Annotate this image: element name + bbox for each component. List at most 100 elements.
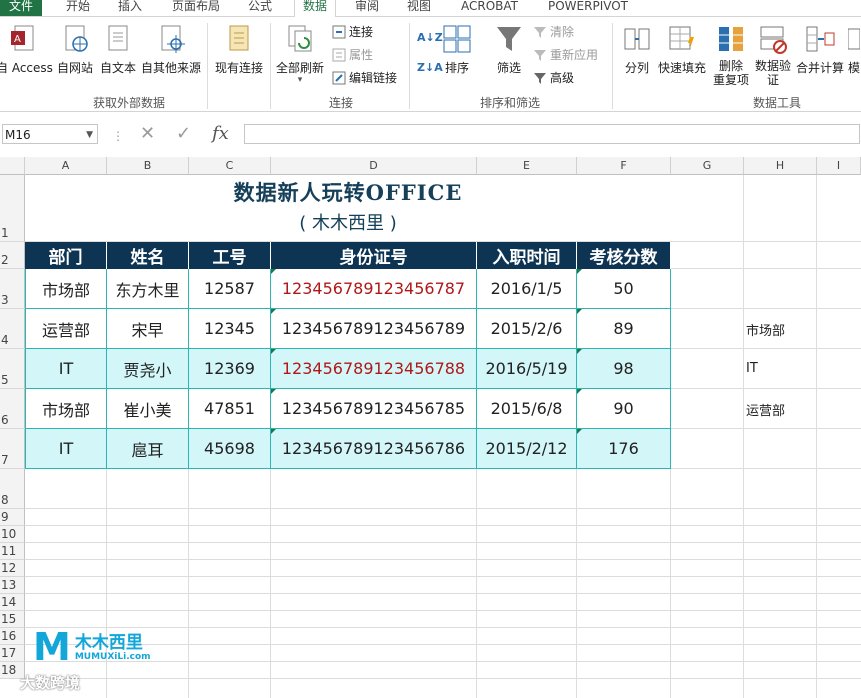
worksheet-grid[interactable]: A B C D E F G H I 1 2 3 4 5 6 7 8 9 10 1… — [0, 157, 861, 698]
connections-button[interactable]: 连接 — [332, 23, 373, 41]
column-header-a[interactable]: A — [25, 157, 107, 175]
tab-home[interactable]: 开始 — [66, 0, 90, 16]
column-header-e[interactable]: E — [477, 157, 577, 175]
from-web-button[interactable]: 自网站 — [57, 23, 93, 76]
header-cell-hire-date[interactable]: 入职时间 — [477, 242, 577, 269]
refresh-all-button[interactable]: 全部刷新 ▾ — [276, 23, 324, 85]
tab-review[interactable]: 审阅 — [355, 0, 379, 16]
tab-powerpivot[interactable]: POWERPIVOT — [548, 0, 628, 16]
tab-page-layout[interactable]: 页面布局 — [172, 0, 220, 16]
table-cell[interactable]: IT — [25, 349, 107, 389]
table-cell[interactable]: 45698 — [189, 429, 271, 469]
name-box-dropdown-icon[interactable]: ▼ — [86, 125, 93, 145]
header-cell-name[interactable]: 姓名 — [107, 242, 189, 269]
tab-file[interactable]: 文件 — [0, 0, 43, 16]
table-cell[interactable]: 50 — [577, 269, 671, 309]
row-header[interactable]: 7 — [0, 429, 25, 469]
row-header[interactable]: 5 — [0, 349, 25, 389]
edit-links-button[interactable]: 编辑链接 — [332, 69, 397, 87]
clear-filter-button[interactable]: 清除 — [533, 23, 574, 41]
row-header[interactable]: 13 — [0, 577, 25, 594]
tab-data[interactable]: 数据 — [294, 0, 337, 18]
advanced-filter-button[interactable]: 高级 — [533, 69, 574, 87]
select-all-corner[interactable] — [0, 157, 25, 175]
side-cell[interactable]: IT — [746, 361, 758, 376]
sort-descending-icon[interactable]: Z↓A — [417, 59, 443, 77]
table-cell[interactable]: 东方木里 — [107, 269, 189, 309]
tab-view[interactable]: 视图 — [407, 0, 431, 16]
row-header[interactable]: 11 — [0, 543, 25, 560]
table-cell[interactable]: 89 — [577, 309, 671, 349]
column-header-f[interactable]: F — [577, 157, 671, 175]
sort-button[interactable]: 排序 — [442, 23, 472, 76]
column-header-g[interactable]: G — [671, 157, 744, 175]
remove-duplicates-button[interactable]: 删除 重复项 — [713, 23, 749, 87]
table-cell[interactable]: 市场部 — [25, 389, 107, 429]
row-header[interactable]: 2 — [0, 242, 25, 269]
properties-button[interactable]: 属性 — [332, 46, 373, 64]
table-cell[interactable]: 2015/6/8 — [477, 389, 577, 429]
from-text-button[interactable]: 自文本 — [100, 23, 136, 76]
side-cell[interactable]: 运营部 — [746, 400, 785, 419]
header-cell-department[interactable]: 部门 — [25, 242, 107, 269]
consolidate-button[interactable]: 合并计算 — [796, 23, 844, 76]
formula-input[interactable] — [244, 124, 860, 144]
table-cell[interactable]: IT — [25, 429, 107, 469]
row-header[interactable]: 16 — [0, 628, 25, 645]
row-header[interactable]: 4 — [0, 309, 25, 349]
data-validation-button[interactable]: 数据验 证 — [755, 23, 791, 87]
table-cell[interactable]: 12345 — [189, 309, 271, 349]
row-header[interactable]: 9 — [0, 509, 25, 526]
table-cell-id[interactable]: 123456789123456789 — [271, 309, 477, 349]
table-cell-id-duplicate[interactable]: 123456789123456787 — [271, 269, 477, 309]
table-cell-id[interactable]: 123456789123456786 — [271, 429, 477, 469]
table-cell[interactable]: 90 — [577, 389, 671, 429]
sort-ascending-icon[interactable]: A↓Z — [417, 29, 443, 47]
tab-acrobat[interactable]: ACROBAT — [461, 0, 518, 16]
table-cell[interactable]: 扈耳 — [107, 429, 189, 469]
table-cell[interactable]: 98 — [577, 349, 671, 389]
header-cell-id-number[interactable]: 身份证号 — [271, 242, 477, 269]
row-header[interactable]: 17 — [0, 645, 25, 662]
table-cell[interactable]: 12587 — [189, 269, 271, 309]
table-cell[interactable]: 47851 — [189, 389, 271, 429]
header-cell-score[interactable]: 考核分数 — [577, 242, 671, 269]
enter-icon[interactable]: ✓ — [176, 125, 191, 143]
table-cell[interactable]: 运营部 — [25, 309, 107, 349]
row-header[interactable]: 8 — [0, 469, 25, 509]
header-cell-employee-id[interactable]: 工号 — [189, 242, 271, 269]
tab-formulas[interactable]: 公式 — [248, 0, 272, 16]
text-to-columns-button[interactable]: 分列 — [622, 23, 652, 76]
column-header-c[interactable]: C — [189, 157, 271, 175]
existing-connections-button[interactable]: 现有连接 — [215, 23, 263, 76]
table-cell-id[interactable]: 123456789123456785 — [271, 389, 477, 429]
side-cell[interactable]: 市场部 — [746, 320, 785, 339]
more-options-icon[interactable]: ⋮ — [112, 127, 124, 145]
table-cell[interactable]: 2015/2/12 — [477, 429, 577, 469]
row-header[interactable]: 14 — [0, 594, 25, 611]
model-button[interactable]: 模 — [847, 23, 861, 76]
table-cell[interactable]: 12369 — [189, 349, 271, 389]
table-cell[interactable]: 崔小美 — [107, 389, 189, 429]
column-header-d[interactable]: D — [271, 157, 477, 175]
reapply-button[interactable]: 重新应用 — [533, 46, 598, 64]
column-header-h[interactable]: H — [744, 157, 817, 175]
table-cell[interactable]: 2016/1/5 — [477, 269, 577, 309]
insert-function-icon[interactable]: fx — [212, 125, 229, 143]
column-header-i[interactable]: I — [817, 157, 861, 175]
column-header-b[interactable]: B — [107, 157, 189, 175]
flash-fill-button[interactable]: 快速填充 — [658, 23, 706, 76]
cancel-icon[interactable]: ✕ — [140, 125, 155, 143]
from-other-sources-button[interactable]: 自其他来源 — [141, 23, 201, 76]
row-header[interactable]: 15 — [0, 611, 25, 628]
table-cell-id-duplicate[interactable]: 123456789123456788 — [271, 349, 477, 389]
row-header[interactable]: 10 — [0, 526, 25, 543]
table-cell[interactable]: 贾尧小 — [107, 349, 189, 389]
row-header[interactable]: 6 — [0, 389, 25, 429]
from-access-button[interactable]: A 自 Access — [0, 23, 53, 76]
row-header[interactable]: 12 — [0, 560, 25, 577]
row-header[interactable]: 1 — [0, 175, 25, 242]
table-cell[interactable]: 2015/2/6 — [477, 309, 577, 349]
name-box[interactable]: M16 ▼ — [2, 124, 98, 144]
tab-insert[interactable]: 插入 — [118, 0, 142, 16]
